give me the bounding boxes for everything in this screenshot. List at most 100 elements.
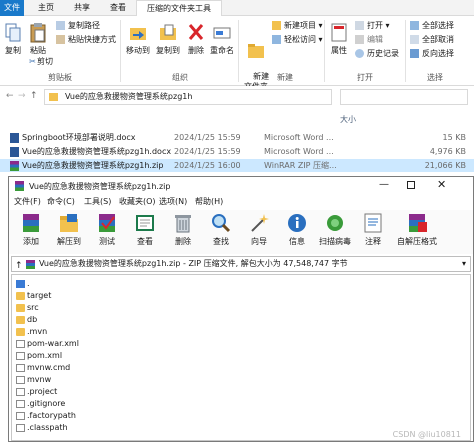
list-item[interactable]: .factorypath <box>16 410 76 421</box>
paste-shortcut-icon <box>56 35 65 44</box>
close-icon[interactable]: ✕ <box>437 178 446 191</box>
copy-to-button[interactable]: 复制到 <box>154 22 182 56</box>
scissors-icon: ✂ <box>29 57 36 66</box>
extract-to-button[interactable]: 解压到 <box>51 212 87 247</box>
file-icon <box>16 339 25 348</box>
cut-button[interactable]: ✂剪切 <box>28 56 53 68</box>
history-button[interactable]: 历史记录 <box>355 48 399 60</box>
tab-home[interactable]: 主页 <box>30 0 62 16</box>
up-folder-icon[interactable]: ↑ <box>15 259 23 273</box>
list-item[interactable]: . <box>16 278 30 289</box>
list-item[interactable]: .classpath <box>16 422 68 433</box>
properties-icon <box>331 23 347 42</box>
edit-icon <box>355 35 364 44</box>
list-item[interactable]: .project <box>16 386 57 397</box>
move-to-button[interactable]: 移动到 <box>124 22 152 56</box>
folder-icon <box>16 327 25 336</box>
archive-path-bar[interactable]: ↑ Vue的应急救援物资管理系统pzg1h.zip - ZIP 压缩文件, 解包… <box>11 256 471 272</box>
address-path: Vue的应急救援物资管理系统pzg1h <box>65 92 193 101</box>
ribbon-divider <box>238 20 239 82</box>
paste-shortcut-button[interactable]: 粘贴快捷方式 <box>56 34 116 46</box>
ribbon-tab-bar: 文件 主页 共享 查看 压缩的文件夹工具 <box>0 0 474 17</box>
easy-access-icon <box>272 35 281 44</box>
minimize-icon[interactable]: — <box>379 179 389 190</box>
menu-options[interactable]: 选项(N) <box>159 196 187 207</box>
ribbon: 复制 粘贴 复制路径 粘贴快捷方式 ✂剪切 剪贴板 移动到 复制到 删除 重命名… <box>0 16 474 91</box>
menu-tools[interactable]: 工具(S) <box>84 196 111 207</box>
wizard-button[interactable]: 向导 <box>241 212 277 247</box>
test-button[interactable]: 测试 <box>89 212 125 247</box>
new-folder-icon <box>248 44 264 58</box>
word-doc-icon <box>10 147 19 157</box>
list-item[interactable]: pom-war.xml <box>16 338 79 349</box>
add-button[interactable]: 添加 <box>13 212 49 247</box>
rename-icon <box>213 27 231 39</box>
menu-favorites[interactable]: 收藏夹(O) <box>119 196 156 207</box>
paste-icon <box>30 23 46 43</box>
invert-selection-icon <box>410 49 419 58</box>
view-button[interactable]: 查看 <box>127 212 163 247</box>
tab-file[interactable]: 文件 <box>0 0 24 16</box>
file-row[interactable]: Springboot环境部署说明.docx 2024/1/25 15:59 Mi… <box>0 131 474 144</box>
group-title-open: 打开 <box>357 73 373 82</box>
delete-button[interactable]: 删除 <box>186 22 206 56</box>
tab-compressed-folder-tools[interactable]: 压缩的文件夹工具 <box>136 0 222 17</box>
list-item[interactable]: target <box>16 290 51 301</box>
info-icon <box>288 214 306 232</box>
edit-button[interactable]: 编辑 <box>355 34 383 46</box>
open-button[interactable]: 打开 ▾ <box>355 20 390 32</box>
menu-file[interactable]: 文件(F) <box>14 196 41 207</box>
copy-button[interactable]: 复制 <box>2 22 24 56</box>
group-title-select: 选择 <box>427 73 443 82</box>
search-input[interactable] <box>340 89 468 105</box>
invert-selection-button[interactable]: 反向选择 <box>410 48 454 60</box>
virus-scan-button[interactable]: 扫描病毒 <box>317 212 353 247</box>
back-arrow-icon[interactable]: ← <box>6 91 14 101</box>
select-all-button[interactable]: 全部选择 <box>410 20 454 32</box>
tab-share[interactable]: 共享 <box>66 0 98 16</box>
address-field[interactable]: Vue的应急救援物资管理系统pzg1h <box>44 89 332 105</box>
file-icon <box>16 423 25 432</box>
select-none-button[interactable]: 全部取消 <box>410 34 454 46</box>
list-item[interactable]: .mvn <box>16 326 47 337</box>
winrar-title-bar: Vue的应急救援物资管理系统pzg1h.zip — ✕ <box>9 177 473 195</box>
list-item[interactable]: mvnw.cmd <box>16 362 70 373</box>
new-item-button[interactable]: 新建项目 ▾ <box>272 20 323 32</box>
rename-button[interactable]: 重命名 <box>208 22 236 56</box>
list-item[interactable]: .gitignore <box>16 398 65 409</box>
tab-view[interactable]: 查看 <box>102 0 134 16</box>
menu-commands[interactable]: 命令(C) <box>47 196 75 207</box>
file-icon <box>16 399 25 408</box>
find-button[interactable]: 查找 <box>203 212 239 247</box>
winrar-window: Vue的应急救援物资管理系统pzg1h.zip — ✕ 文件(F) 命令(C) … <box>8 176 474 442</box>
properties-button[interactable]: 属性 <box>328 22 350 56</box>
copy-path-button[interactable]: 复制路径 <box>56 20 100 32</box>
up-arrow-icon[interactable]: ↑ <box>30 91 38 101</box>
archive-path-text: Vue的应急救援物资管理系统pzg1h.zip - ZIP 压缩文件, 解包大小… <box>39 259 348 268</box>
delete-x-icon <box>188 24 204 40</box>
select-all-icon <box>410 21 419 30</box>
zip-icon <box>26 260 35 269</box>
chevron-down-icon[interactable]: ▾ <box>462 257 466 271</box>
forward-arrow-icon[interactable]: → <box>18 91 26 101</box>
window-title: Vue的应急救援物资管理系统pzg1h.zip <box>29 182 171 191</box>
menu-help[interactable]: 帮助(H) <box>195 196 223 207</box>
list-item[interactable]: db <box>16 314 37 325</box>
paste-button[interactable]: 粘贴 <box>27 22 49 56</box>
easy-access-button[interactable]: 轻松访问 ▾ <box>272 34 323 46</box>
column-header-size[interactable]: 大小 <box>340 113 356 126</box>
info-button[interactable]: 信息 <box>279 212 315 247</box>
list-item[interactable]: mvnw <box>16 374 51 385</box>
delete-archive-button[interactable]: 删除 <box>165 212 201 247</box>
move-folder-icon <box>130 28 146 40</box>
file-row-selected[interactable]: Vue的应急救援物资管理系统pzg1h.zip 2024/1/25 16:00 … <box>0 159 474 172</box>
file-icon <box>16 375 25 384</box>
file-row[interactable]: Vue的应急救援物资管理系统pzg1h.docx 2024/1/25 15:59… <box>0 145 474 158</box>
sfx-button[interactable]: 自解压格式 <box>393 212 441 247</box>
list-item[interactable]: pom.xml <box>16 350 62 361</box>
comment-button[interactable]: 注释 <box>355 212 391 247</box>
maximize-icon[interactable] <box>407 181 415 189</box>
file-icon <box>16 351 25 360</box>
file-icon <box>16 411 25 420</box>
list-item[interactable]: src <box>16 302 39 313</box>
